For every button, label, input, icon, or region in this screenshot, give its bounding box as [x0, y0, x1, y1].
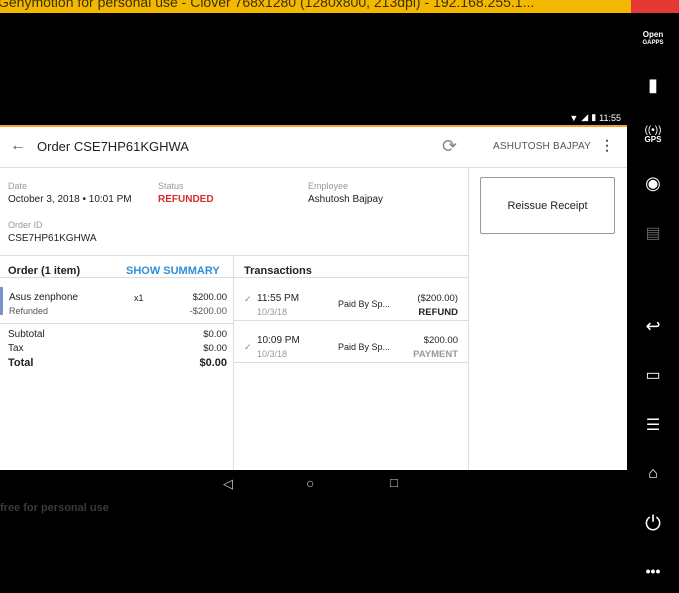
- item-divider: [0, 323, 233, 324]
- transaction-type: PAYMENT: [413, 349, 458, 360]
- power-icon: ⏻: [645, 513, 661, 535]
- power-button[interactable]: ⏻: [627, 513, 679, 536]
- order-header-divider: [0, 277, 233, 278]
- refresh-icon[interactable]: ⟳: [442, 136, 457, 157]
- date-value: October 3, 2018 • 10:01 PM: [8, 194, 132, 205]
- total-value: $0.00: [199, 357, 227, 369]
- menu-button[interactable]: ☰: [627, 415, 679, 435]
- window-title: Genymotion for personal use - Clover 768…: [0, 0, 535, 10]
- item-refund: -$200.00: [189, 306, 227, 317]
- right-panel-divider: [468, 168, 469, 472]
- status-time: 11:55: [599, 112, 621, 123]
- more-icon: •••: [645, 563, 661, 579]
- item-price: $200.00: [192, 292, 227, 303]
- emulator-sidebar: Open GAPPS ▮ ((•)) GPS ◉ ▤ ↩ ▭ ☰ ⌂ ⏻ •••: [627, 13, 679, 593]
- order-id-label: Order ID: [8, 220, 43, 230]
- capture-button[interactable]: ▤: [627, 223, 679, 243]
- transaction-date: 10/3/18: [257, 349, 288, 359]
- watermark-text: free for personal use: [0, 502, 109, 514]
- battery-icon: ▮: [648, 75, 658, 95]
- item-accent-bar: [0, 287, 3, 315]
- nav-back-icon[interactable]: ◁: [223, 476, 233, 492]
- app-bar: ← Order CSE7HP61KGHWA ⟳ ASHUTOSH BAJPAY …: [0, 127, 627, 168]
- back-arrow-icon[interactable]: ←: [10, 137, 26, 155]
- signal-icon: ◢: [581, 112, 589, 122]
- item-quantity: x1: [134, 293, 144, 303]
- subtotal-value: $0.00: [203, 329, 227, 340]
- transaction-method: Paid By Sp...: [338, 299, 391, 309]
- battery-icon: ▮: [591, 112, 597, 122]
- back-icon: ↩: [645, 316, 661, 336]
- tax-value: $0.00: [203, 343, 227, 354]
- transaction-date: 10/3/18: [257, 307, 288, 317]
- item-name: Asus zenphone: [9, 292, 78, 303]
- details-divider: [0, 255, 468, 256]
- show-summary-link[interactable]: SHOW SUMMARY: [126, 265, 220, 277]
- camera-button[interactable]: ◉: [627, 173, 679, 194]
- date-label: Date: [8, 181, 28, 191]
- nav-home-icon[interactable]: ○: [306, 475, 314, 491]
- transaction-method: Paid By Sp...: [338, 342, 391, 352]
- page-title: Order CSE7HP61KGHWA: [37, 139, 189, 154]
- transaction-amount: ($200.00): [417, 293, 458, 304]
- order-details-screen: ← Order CSE7HP61KGHWA ⟳ ASHUTOSH BAJPAY …: [0, 125, 627, 472]
- android-status-bar: ▼ ◢ ▮ 11:55: [0, 110, 627, 124]
- status-value: REFUNDED: [158, 194, 214, 205]
- recent-apps-button[interactable]: ▭: [627, 365, 679, 385]
- transactions-section-title: Transactions: [244, 265, 312, 277]
- employee-label: Employee: [308, 181, 349, 191]
- opengapps-label-2: GAPPS: [642, 40, 664, 46]
- total-label: Total: [8, 357, 34, 369]
- item-status: Refunded: [9, 306, 49, 316]
- wifi-icon: ▼: [569, 112, 579, 123]
- recent-apps-icon: ▭: [645, 367, 661, 384]
- order-transactions-divider: [233, 256, 234, 472]
- menu-icon: ☰: [645, 417, 661, 434]
- transaction-amount: $200.00: [423, 335, 458, 346]
- battery-button[interactable]: ▮: [627, 75, 679, 96]
- nav-recents-icon[interactable]: □: [390, 475, 398, 490]
- android-nav-bar: ◁ ○ □: [0, 470, 627, 500]
- more-options-button[interactable]: •••: [627, 563, 679, 579]
- opengapps-label-1: Open: [642, 30, 664, 39]
- employee-menu[interactable]: ASHUTOSH BAJPAY: [493, 141, 591, 152]
- check-icon: ✓: [244, 342, 252, 352]
- order-id-value: CSE7HP61KGHWA: [8, 233, 97, 244]
- transaction-type: REFUND: [418, 307, 458, 318]
- transaction-divider-2: [234, 362, 468, 363]
- window-titlebar: Genymotion for personal use - Clover 768…: [0, 0, 679, 13]
- tax-label: Tax: [8, 343, 24, 354]
- status-label: Status: [158, 181, 184, 191]
- employee-value: Ashutosh Bajpay: [308, 194, 384, 205]
- gps-button[interactable]: ((•)) GPS: [627, 125, 679, 144]
- order-section-title: Order (1 item): [8, 265, 81, 277]
- opengapps-button[interactable]: Open GAPPS: [627, 31, 679, 47]
- clapperboard-icon: ▤: [645, 225, 661, 242]
- transactions-header-divider: [234, 277, 468, 278]
- home-button[interactable]: ⌂: [627, 465, 679, 483]
- device-screen: ▼ ◢ ▮ 11:55 ← Order CSE7HP61KGHWA ⟳ ASHU…: [0, 13, 627, 593]
- webcam-icon: ◉: [645, 173, 661, 193]
- overflow-menu-icon[interactable]: ⋮: [600, 137, 614, 154]
- subtotal-label: Subtotal: [8, 329, 45, 340]
- home-icon: ⌂: [648, 465, 658, 482]
- check-icon: ✓: [244, 294, 252, 304]
- transaction-time: 10:09 PM: [257, 335, 300, 346]
- gps-label: GPS: [644, 135, 662, 144]
- transaction-time: 11:55 PM: [257, 293, 300, 304]
- reissue-receipt-button[interactable]: Reissue Receipt: [480, 177, 615, 234]
- transaction-divider-1: [234, 320, 468, 321]
- window-close-button[interactable]: [631, 0, 679, 13]
- device-back-button[interactable]: ↩: [627, 316, 679, 337]
